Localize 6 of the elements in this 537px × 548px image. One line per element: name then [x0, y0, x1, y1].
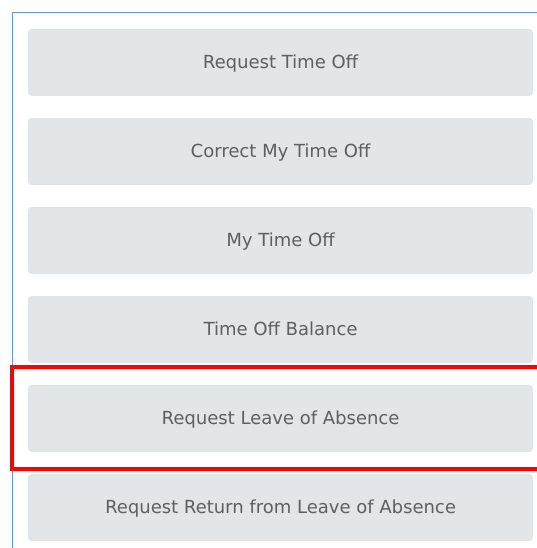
menu-button[interactable]: Request Leave of Absence	[28, 385, 533, 452]
menu-button[interactable]: My Time Off	[28, 207, 533, 274]
menu-button[interactable]: Request Time Off	[28, 29, 533, 96]
menu-button[interactable]: Correct My Time Off	[28, 118, 533, 185]
menu-button[interactable]: Request Return from Leave of Absence	[28, 474, 533, 541]
menu-button[interactable]: Time Off Balance	[28, 296, 533, 363]
